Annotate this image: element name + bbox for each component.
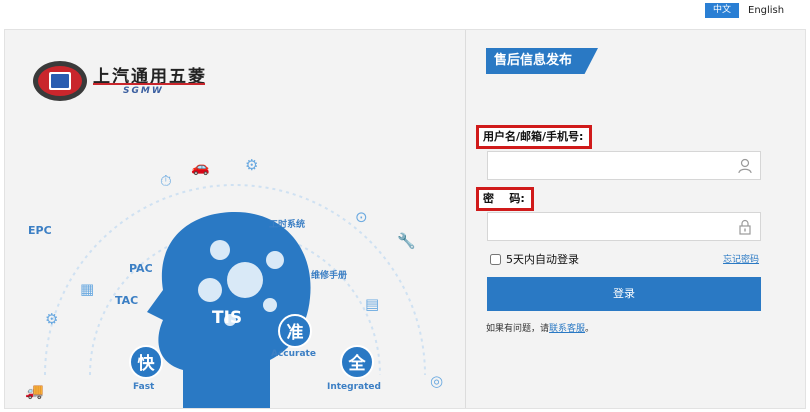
lock-icon xyxy=(739,219,751,235)
document-icon: ▤ xyxy=(365,295,380,313)
fast-label: Fast xyxy=(133,382,155,392)
gm-badge-icon xyxy=(33,61,87,101)
quan-badge: 全 xyxy=(340,345,374,379)
pac-label: PAC xyxy=(129,262,153,275)
weixiu-label: 维修手册 xyxy=(311,271,348,281)
gauge-icon: ⊙ xyxy=(355,208,368,226)
brand-subtitle: SGMW xyxy=(123,86,164,96)
remember-checkbox[interactable] xyxy=(490,254,501,265)
head-silhouette-icon xyxy=(44,184,426,408)
kuai-badge: 快 xyxy=(129,345,163,379)
tac-label: TAC xyxy=(115,294,139,307)
login-panel: 售后信息发布系统 用户名/邮箱/手机号: 密 码: 5天内自动登录 忘记密码 登… xyxy=(466,30,805,408)
password-input[interactable] xyxy=(488,213,744,240)
book-icon: ▦ xyxy=(80,280,95,298)
username-field[interactable] xyxy=(487,151,761,180)
remember-me[interactable]: 5天内自动登录 xyxy=(490,251,579,267)
language-bar: 中文 English xyxy=(0,0,810,20)
brand-panel: 上汽通用五菱 SGMW EPC PAC TAC TIS 工时系统 维修手册 准 … xyxy=(5,30,464,408)
brand-logo: 上汽通用五菱 SGMW xyxy=(31,58,211,108)
password-label: 密 码: xyxy=(476,187,534,211)
login-button[interactable]: 登录 xyxy=(487,277,761,311)
tis-label: TIS xyxy=(212,308,243,328)
username-label: 用户名/邮箱/手机号: xyxy=(476,125,593,149)
username-input[interactable] xyxy=(488,152,744,179)
language-english-link[interactable]: English xyxy=(748,3,784,18)
login-frame: 上汽通用五菱 SGMW EPC PAC TAC TIS 工时系统 维修手册 准 … xyxy=(4,29,806,409)
wrench-icon: 🔧 xyxy=(397,232,416,250)
zhun-badge: 准 xyxy=(278,314,312,348)
user-icon xyxy=(738,158,752,174)
brand-underline xyxy=(93,83,205,85)
language-chinese-button[interactable]: 中文 xyxy=(705,3,739,18)
system-title: 售后信息发布系统 xyxy=(486,48,598,74)
password-field[interactable] xyxy=(487,212,761,241)
accurate-label: Accurate xyxy=(271,349,316,359)
car-icon: 🚗 xyxy=(191,158,210,176)
tire-icon: ◎ xyxy=(430,372,444,390)
gongshi-label: 工时系统 xyxy=(269,220,306,230)
help-suffix: 。 xyxy=(585,324,595,334)
mechanic-icon: ⚙ xyxy=(245,156,259,174)
integrated-label: Integrated xyxy=(327,382,381,392)
epc-label: EPC xyxy=(28,224,52,237)
contact-support-link[interactable]: 联系客服 xyxy=(549,324,585,334)
forgot-password-link[interactable]: 忘记密码 xyxy=(723,252,759,265)
help-text: 如果有问题，请联系客服。 xyxy=(486,321,594,334)
clock-icon: ⏱ xyxy=(160,172,172,190)
truck-icon: 🚚 xyxy=(25,382,44,400)
service-illustration: EPC PAC TAC TIS 工时系统 维修手册 准 Accurate 快 F… xyxy=(5,120,464,408)
gear-icon: ⚙ xyxy=(45,310,59,328)
help-prefix: 如果有问题，请 xyxy=(486,324,550,334)
remember-label: 5天内自动登录 xyxy=(506,253,579,266)
